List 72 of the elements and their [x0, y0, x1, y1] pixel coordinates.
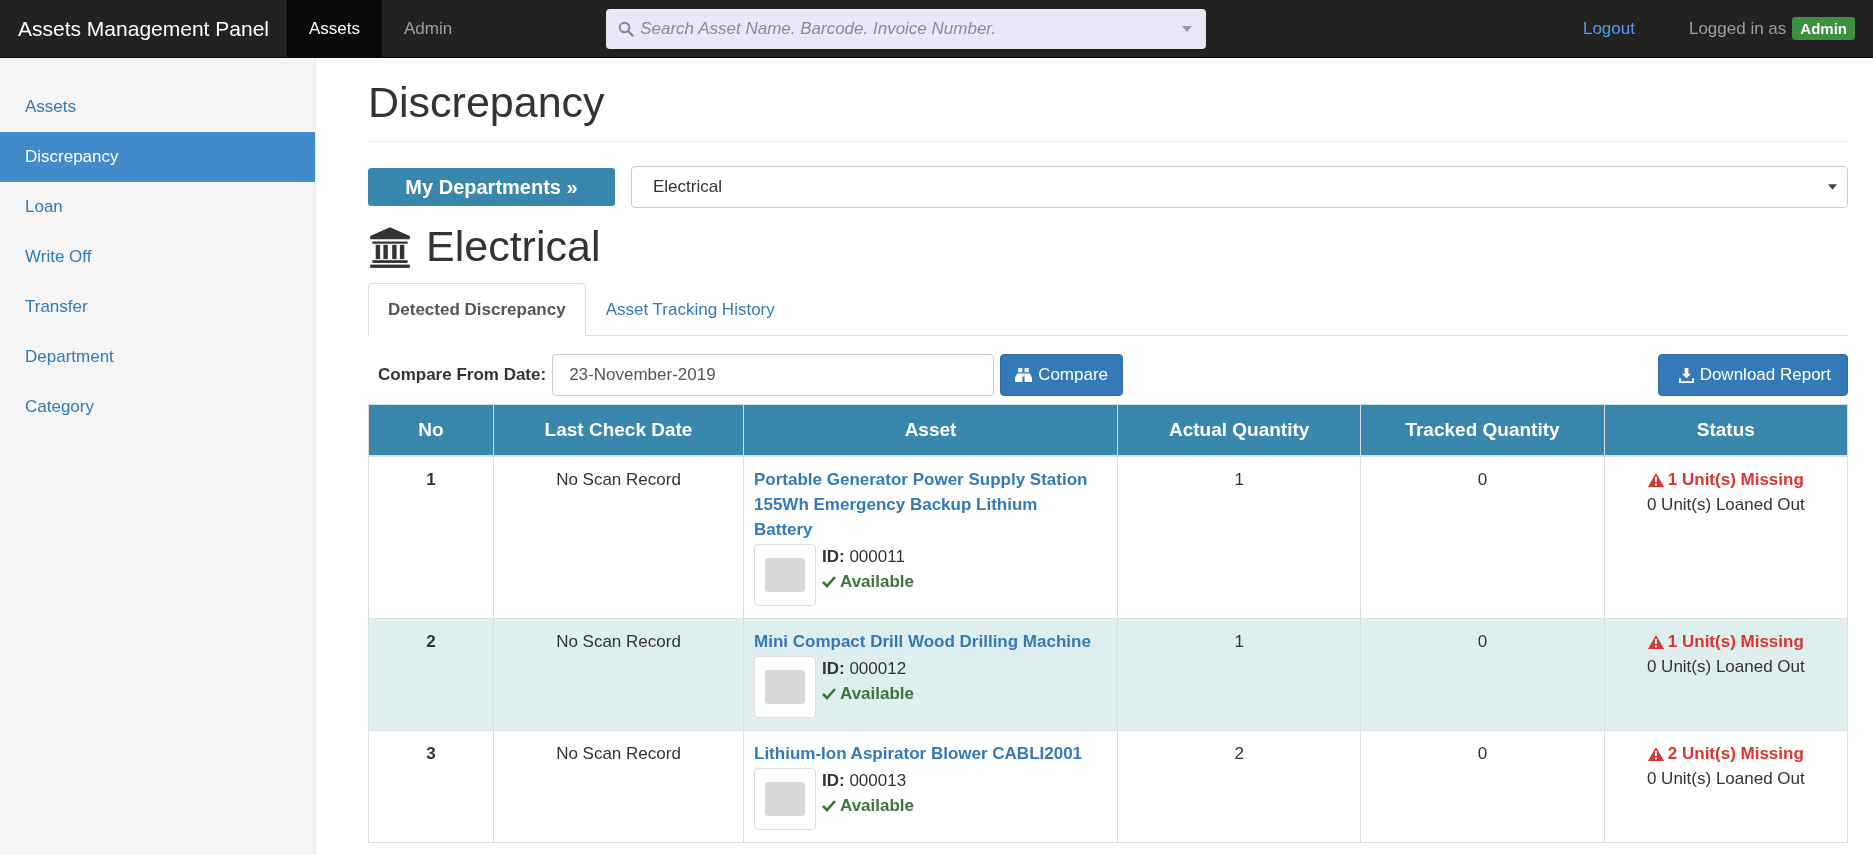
asset-id: ID: 000011 — [822, 546, 906, 568]
logged-in-label: Logged in as — [1688, 18, 1787, 39]
table-cell: No Scan Record — [493, 456, 744, 619]
search-icon — [618, 20, 635, 37]
sidebar-item[interactable]: Write Off — [0, 232, 315, 282]
sidebar-item[interactable]: Loan — [0, 182, 315, 232]
caret-icon — [1182, 25, 1193, 32]
asset-link[interactable]: Portable Generator Power Supply Station 155Wh Emergency Backup Lithium Battery — [754, 467, 1095, 542]
column-header: Last Check Date — [493, 404, 744, 456]
column-header: Actual Quantity — [1117, 404, 1361, 456]
availability-label: Available — [840, 571, 915, 593]
table-cell: No Scan Record — [493, 730, 744, 843]
sidebar-item[interactable]: Discrepancy — [0, 132, 315, 182]
brand-title[interactable]: Assets Management Panel — [0, 16, 287, 41]
table-cell: 0 — [1360, 618, 1605, 731]
table-cell: No Scan Record — [493, 618, 744, 731]
sidebar-item[interactable]: Category — [0, 382, 315, 432]
table-cell: 2 — [1117, 730, 1361, 843]
check-icon — [822, 799, 836, 812]
column-header: Tracked Quantity — [1360, 404, 1605, 456]
warning-icon — [1647, 634, 1664, 649]
asset-id: ID: 000012 — [822, 658, 908, 680]
binoculars-icon — [1015, 367, 1033, 383]
warning-icon — [1647, 472, 1664, 487]
column-header: Asset — [743, 404, 1118, 456]
availability-label: Available — [840, 683, 915, 705]
table-cell: 1 — [1117, 456, 1361, 619]
department-select[interactable]: Electrical — [631, 166, 1848, 208]
compare-button[interactable]: Compare — [1000, 354, 1124, 396]
column-header: No — [368, 404, 494, 456]
table-cell: 0 — [1360, 730, 1605, 843]
table-cell: 1 — [368, 456, 494, 619]
photo-placeholder — [754, 544, 816, 606]
table-cell: 2 — [368, 618, 494, 731]
date-field[interactable]: 23-November-2019 — [552, 354, 995, 396]
department-heading: Electrical — [426, 222, 601, 271]
check-icon — [822, 575, 836, 588]
asset-id: ID: 000013 — [822, 770, 908, 792]
download-report-button[interactable]: Download Report — [1657, 354, 1848, 396]
download-icon — [1678, 367, 1694, 383]
availability-label: Available — [840, 795, 915, 817]
asset-link[interactable]: Lithium-Ion Aspirator Blower CABLI2001 — [754, 741, 1095, 766]
missing-status: 1 Unit(s) Missing — [1667, 631, 1804, 653]
photo-placeholder — [754, 656, 816, 718]
caret-icon — [1828, 184, 1837, 190]
bank-icon — [368, 224, 412, 269]
asset-link[interactable]: Mini Compact Drill Wood Drilling Machine — [754, 629, 1095, 654]
column-header: Status — [1604, 404, 1848, 456]
table-cell: 3 — [368, 730, 494, 843]
logout-link[interactable]: Logout — [1582, 18, 1635, 39]
warning-icon — [1647, 746, 1664, 761]
loaned-status: 0 Unit(s) Loaned Out — [1646, 494, 1805, 516]
photo-placeholder — [754, 768, 816, 830]
page-title: Discrepancy — [368, 78, 1848, 142]
loaned-status: 0 Unit(s) Loaned Out — [1646, 768, 1805, 790]
check-icon — [822, 687, 836, 700]
sidebar-item[interactable]: Department — [0, 332, 315, 382]
loaned-status: 0 Unit(s) Loaned Out — [1646, 656, 1805, 678]
nav-tab[interactable]: Assets — [287, 0, 382, 57]
sidebar-item[interactable]: Transfer — [0, 282, 315, 332]
user-badge: Admin — [1792, 17, 1855, 40]
nav-tab[interactable]: Admin — [382, 0, 475, 57]
table-cell: 1 — [1117, 618, 1361, 731]
sidebar-item[interactable]: Assets — [0, 82, 315, 132]
table-cell: 0 — [1360, 456, 1605, 619]
tab[interactable]: Detected Discrepancy — [368, 283, 586, 336]
departments-button[interactable]: My Departments » — [368, 168, 615, 206]
missing-status: 2 Unit(s) Missing — [1667, 743, 1804, 765]
compare-label: Compare From Date: — [378, 365, 547, 385]
tab[interactable]: Asset Tracking History — [585, 283, 795, 336]
search-field[interactable]: Search Asset Name. Barcode. Invoice Number. — [606, 8, 1207, 49]
missing-status: 1 Unit(s) Missing — [1667, 469, 1804, 491]
